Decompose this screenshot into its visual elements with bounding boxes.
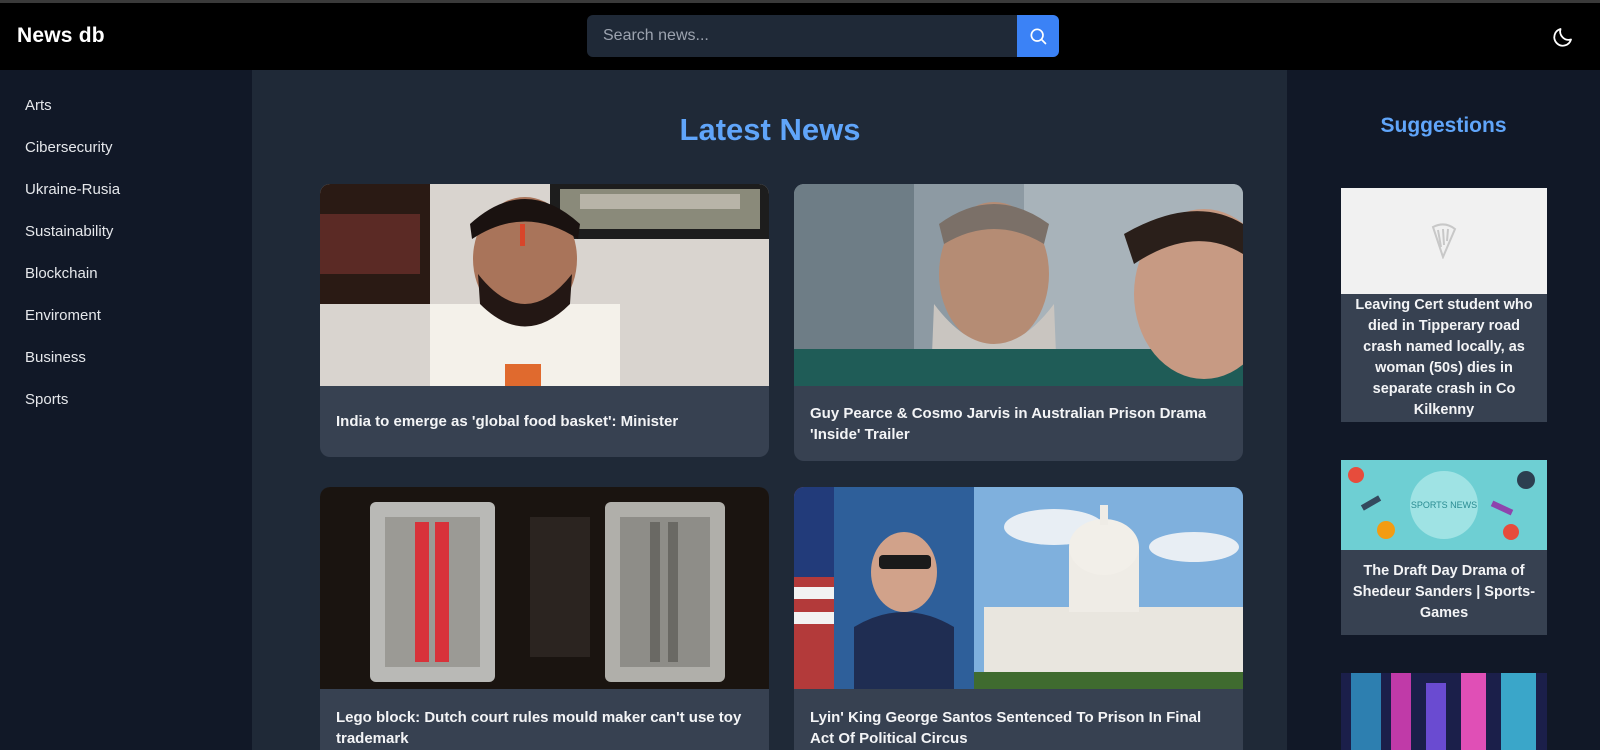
news-card-image (320, 184, 769, 386)
latest-news-section: Latest News India to emerge as 'global f… (253, 70, 1287, 750)
suggestion-image-text: SPORTS NEWS (1410, 500, 1478, 510)
category-sidebar: Arts Cibersecurity Ukraine-Rusia Sustain… (0, 70, 253, 750)
suggestions-panel: Suggestions Leaving Cert student who die… (1287, 70, 1600, 750)
harp-icon (1431, 223, 1457, 259)
sidebar-item-sports[interactable]: Sports (25, 391, 68, 408)
sidebar-item-business[interactable]: Business (25, 349, 86, 366)
sidebar-item-enviroment[interactable]: Enviroment (25, 307, 101, 324)
news-card-title: Guy Pearce & Cosmo Jarvis in Australian … (810, 404, 1207, 443)
news-card[interactable]: Lyin' King George Santos Sentenced To Pr… (794, 487, 1243, 750)
suggestion-card-title: Leaving Cert student who died in Tippera… (1355, 297, 1533, 418)
suggestion-card-image (1341, 188, 1547, 294)
sidebar-item-sustainability[interactable]: Sustainability (25, 223, 113, 240)
news-card[interactable]: India to emerge as 'global food basket':… (320, 184, 769, 457)
news-card-image (320, 487, 769, 689)
suggestion-card[interactable]: SPORTS NEWS The Draft Day Drama of Shede… (1341, 460, 1547, 635)
top-navbar: News db (0, 3, 1600, 70)
site-logo[interactable]: News db (17, 24, 105, 48)
suggestion-card-image: SPORTS NEWS (1341, 460, 1547, 550)
news-card[interactable]: Guy Pearce & Cosmo Jarvis in Australian … (794, 184, 1243, 461)
sidebar-item-ukraine-rusia[interactable]: Ukraine-Rusia (25, 181, 120, 198)
moon-icon (1553, 28, 1572, 47)
news-card-title: India to emerge as 'global food basket':… (336, 413, 679, 430)
suggestion-card-title: The Draft Day Drama of Shedeur Sanders |… (1352, 563, 1536, 621)
search-bar (587, 15, 1059, 57)
page-title: Latest News (679, 112, 861, 147)
news-card-title: Lyin' King George Santos Sentenced To Pr… (810, 709, 1202, 747)
suggestion-card[interactable] (1341, 673, 1547, 750)
suggestion-card-image (1341, 673, 1547, 750)
search-button[interactable] (1017, 15, 1059, 57)
suggestions-title: Suggestions (1380, 114, 1507, 137)
news-card-image (794, 184, 1243, 386)
sidebar-item-cibersecurity[interactable]: Cibersecurity (25, 139, 113, 156)
news-card[interactable]: Lego block: Dutch court rules mould make… (320, 487, 769, 750)
news-card-image (794, 487, 1243, 689)
theme-toggle-button[interactable] (1551, 25, 1575, 49)
search-icon (1030, 28, 1047, 45)
sidebar-item-arts[interactable]: Arts (25, 97, 52, 114)
search-input[interactable] (587, 15, 1017, 57)
suggestion-card[interactable]: Leaving Cert student who died in Tippera… (1341, 188, 1547, 422)
news-card-title: Lego block: Dutch court rules mould make… (336, 709, 742, 747)
sidebar-item-blockchain[interactable]: Blockchain (25, 265, 98, 282)
